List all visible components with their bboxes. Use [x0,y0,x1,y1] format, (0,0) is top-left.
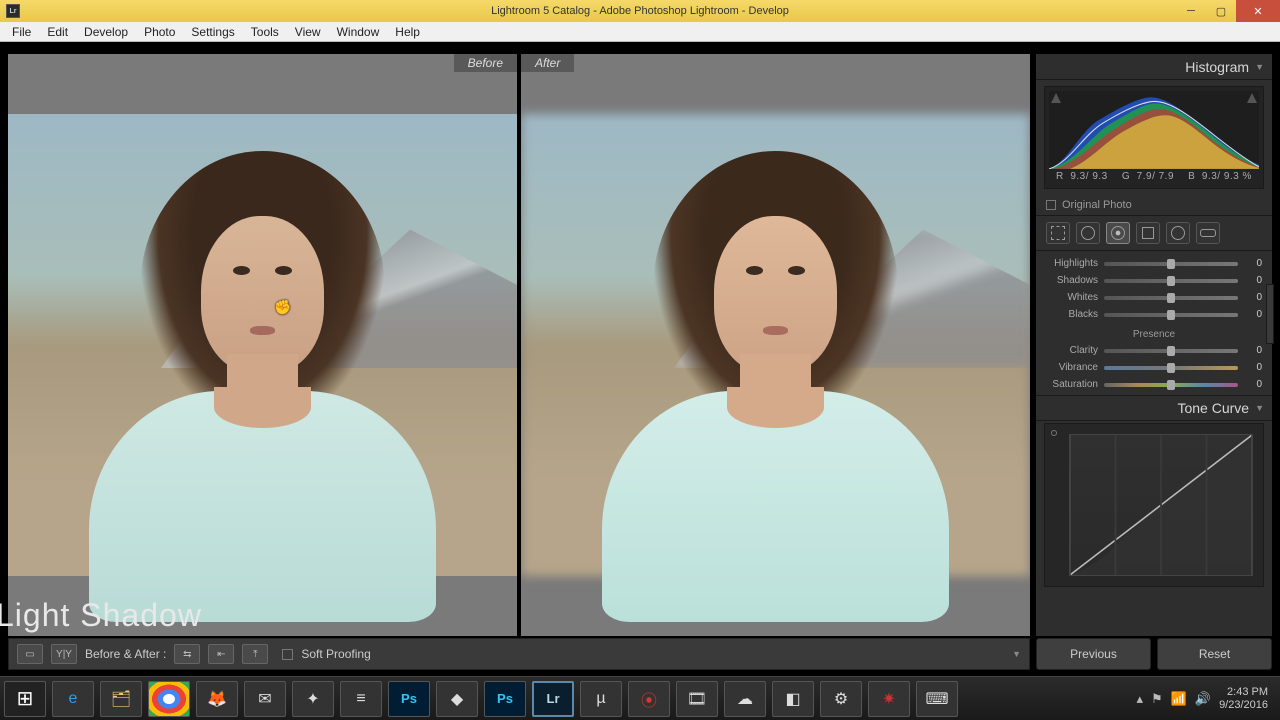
app-icon: Lr [6,4,20,18]
slider-whites[interactable]: Whites0 [1046,289,1262,306]
after-pane[interactable]: After [521,54,1030,636]
reset-button[interactable]: Reset [1157,638,1272,670]
tray-network-icon[interactable]: 📶 [1171,691,1187,707]
app-body: Before ✊ After Light Shadow [0,42,1280,676]
windows-taskbar: ⊞ e 🗂 🦊 ✉ ✦ ≡ Ps ◆ Ps Lr µ ⦿ 🎞 ☁ ◧ ⚙ ✷ ⌨… [0,676,1280,720]
window-title: Lightroom 5 Catalog - Adobe Photoshop Li… [0,5,1280,17]
collapse-icon: ▼ [1255,403,1264,413]
toolbar-menu-icon[interactable]: ▼ [1012,649,1021,659]
collapse-icon: ▼ [1255,62,1264,72]
taskbar-utorrent[interactable]: µ [580,681,622,717]
redeye-tool[interactable] [1106,222,1130,244]
taskbar-app6[interactable]: ⚙ [820,681,862,717]
crop-tool[interactable] [1046,222,1070,244]
menu-photo[interactable]: Photo [136,23,183,41]
tone-curve-box[interactable] [1044,423,1264,587]
taskbar-chrome[interactable] [148,681,190,717]
menu-settings[interactable]: Settings [183,23,242,41]
tool-strip [1036,215,1272,251]
slider-saturation[interactable]: Saturation0 [1046,376,1262,393]
histogram-box[interactable]: R 9.3/ 9.3 G 7.9/ 7.9 B 9.3/ 9.3 % [1044,86,1264,189]
target-adjust-icon[interactable] [1051,430,1057,436]
tray-flag-icon[interactable]: ⚑ [1151,691,1163,707]
menu-bar: File Edit Develop Photo Settings Tools V… [0,22,1280,42]
slider-shadows[interactable]: Shadows0 [1046,272,1262,289]
window-titlebar: Lr Lightroom 5 Catalog - Adobe Photoshop… [0,0,1280,22]
menu-help[interactable]: Help [387,23,428,41]
watermark-text: Light Shadow [0,597,202,634]
spot-tool[interactable] [1076,222,1100,244]
after-label: After [521,54,574,72]
copy-settings-button[interactable]: ⤒ [242,644,268,664]
basic-sliders: Highlights0 Shadows0 Whites0 Blacks0 Pre… [1036,251,1272,395]
soft-proof-label: Soft Proofing [301,647,370,661]
compare-view: Before ✊ After Light Shadow [8,54,1030,636]
before-label: Before [454,54,517,72]
tonecurve-header[interactable]: Tone Curve▼ [1036,395,1272,421]
slider-vibrance[interactable]: Vibrance0 [1046,359,1262,376]
taskbar-video[interactable]: 🎞 [676,681,718,717]
taskbar-firefox[interactable]: 🦊 [196,681,238,717]
taskbar-record[interactable]: ⦿ [628,681,670,717]
taskbar-photoshop[interactable]: Ps [388,681,430,717]
taskbar-app7[interactable]: ✷ [868,681,910,717]
swap-button[interactable]: ⇆ [174,644,200,664]
taskbar-thunderbird[interactable]: ✉ [244,681,286,717]
previous-button[interactable]: Previous [1036,638,1151,670]
menu-window[interactable]: Window [329,23,388,41]
panel-expand-handle[interactable] [1266,284,1274,344]
taskbar-lightroom[interactable]: Lr [532,681,574,717]
brush-tool[interactable] [1196,222,1220,244]
checkbox-icon[interactable] [1046,200,1056,210]
original-photo-toggle[interactable]: Original Photo [1036,195,1272,215]
menu-tools[interactable]: Tools [243,23,287,41]
taskbar-photoshop2[interactable]: Ps [484,681,526,717]
maximize-button[interactable]: ▢ [1206,0,1236,22]
rgb-readout: R 9.3/ 9.3 G 7.9/ 7.9 B 9.3/ 9.3 % [1049,169,1259,184]
close-button[interactable]: ✕ [1236,0,1280,22]
slider-clarity[interactable]: Clarity0 [1046,342,1262,359]
menu-edit[interactable]: Edit [39,23,76,41]
after-photo [521,114,1030,576]
radial-tool[interactable] [1166,222,1190,244]
right-bottom-buttons: Previous Reset [1036,638,1272,670]
taskbar-app1[interactable]: ✦ [292,681,334,717]
menu-view[interactable]: View [287,23,329,41]
system-tray[interactable]: ▴ ⚑ 📶 🔊 2:43 PM 9/23/2016 [1137,686,1277,711]
taskbar-app5[interactable]: ◧ [772,681,814,717]
before-after-label: Before & After : [85,647,166,661]
tray-up-icon[interactable]: ▴ [1137,691,1144,707]
hand-cursor-icon: ✊ [274,299,291,316]
presence-header: Presence [1046,323,1262,342]
taskbar-app2[interactable]: ≡ [340,681,382,717]
taskbar-explorer[interactable]: 🗂 [100,681,142,717]
loupe-view-button[interactable]: ▭ [17,644,43,664]
compare-view-button[interactable]: Y|Y [51,644,77,664]
slider-highlights[interactable]: Highlights0 [1046,255,1262,272]
taskbar-app4[interactable]: ☁ [724,681,766,717]
slider-blacks[interactable]: Blacks0 [1046,306,1262,323]
copy-left-button[interactable]: ⇤ [208,644,234,664]
tray-volume-icon[interactable]: 🔊 [1195,691,1211,707]
menu-file[interactable]: File [4,23,39,41]
soft-proof-checkbox[interactable] [282,649,293,660]
tray-clock[interactable]: 2:43 PM 9/23/2016 [1219,686,1268,711]
grad-tool[interactable] [1136,222,1160,244]
taskbar-app3[interactable]: ◆ [436,681,478,717]
start-button[interactable]: ⊞ [4,681,46,717]
taskbar-keyboard[interactable]: ⌨ [916,681,958,717]
histogram-header[interactable]: Histogram▼ [1036,54,1272,80]
before-pane[interactable]: Before ✊ [8,54,517,636]
right-panel: Histogram▼ R 9.3/ 9.3 G 7.9/ [1036,54,1272,636]
minimize-button[interactable]: ─ [1176,0,1206,22]
before-photo [8,114,517,576]
taskbar-ie[interactable]: e [52,681,94,717]
menu-develop[interactable]: Develop [76,23,136,41]
bottom-toolbar: ▭ Y|Y Before & After : ⇆ ⇤ ⤒ Soft Proofi… [8,638,1030,670]
